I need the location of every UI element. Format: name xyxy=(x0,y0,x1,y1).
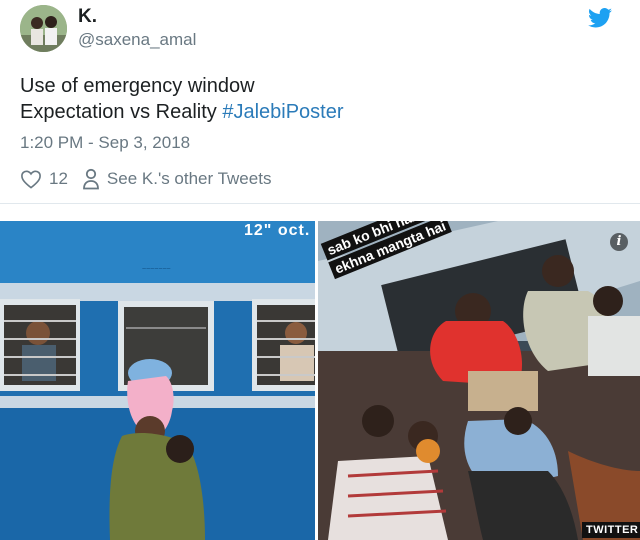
like-button[interactable]: 12 xyxy=(20,169,68,189)
tweet-line-2: Expectation vs Reality #JalebiPoster xyxy=(20,99,344,125)
twitter-watermark: TWITTER xyxy=(582,522,640,538)
tweet-card: K. @saxena_amal Use of emergency window … xyxy=(0,0,640,540)
like-count: 12 xyxy=(49,169,68,188)
display-name[interactable]: K. xyxy=(78,6,97,28)
tweet-line-2-text: Expectation vs Reality xyxy=(20,101,223,123)
tweet-line-1: Use of emergency window xyxy=(20,75,255,97)
divider xyxy=(0,203,640,204)
tweet-text: Use of emergency window Expectation vs R… xyxy=(20,73,344,125)
other-tweets-label: See K.'s other Tweets xyxy=(106,169,272,188)
info-icon[interactable]: i xyxy=(610,233,628,251)
avatar-photo xyxy=(20,5,67,52)
avatar[interactable] xyxy=(20,5,67,52)
hashtag-link[interactable]: #JalebiPoster xyxy=(222,101,343,123)
tweet-timestamp[interactable]: 1:20 PM - Sep 3, 2018 xyxy=(20,133,190,153)
tweet-actions: 12 See K.'s other Tweets xyxy=(20,168,271,190)
media-reality-image[interactable] xyxy=(318,221,640,540)
heart-icon xyxy=(21,170,41,189)
tweet-media[interactable]: ~~~~~~~ 12" oct. sab ko bhi ekhna mangta… xyxy=(0,221,640,540)
svg-text:~~~~~~~: ~~~~~~~ xyxy=(142,266,171,273)
person-icon xyxy=(83,168,99,190)
user-handle[interactable]: @saxena_amal xyxy=(78,30,196,50)
other-tweets-link[interactable]: See K.'s other Tweets xyxy=(82,168,272,190)
date-stamp: 12" oct. xyxy=(244,222,311,239)
media-expectation-image[interactable]: ~~~~~~~ xyxy=(0,221,315,540)
twitter-bird-icon[interactable] xyxy=(588,8,612,28)
